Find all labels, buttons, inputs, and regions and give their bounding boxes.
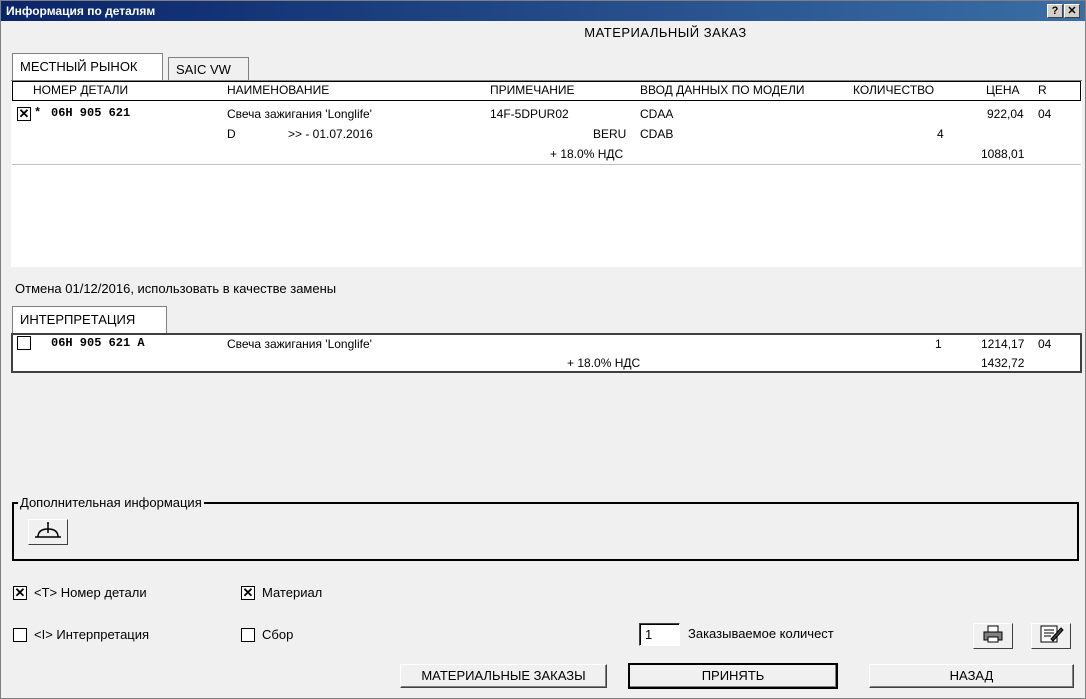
interpretation-option-label[interactable]: <I> Интерпретация <box>34 627 149 642</box>
part-model-2: CDAB <box>640 127 674 141</box>
part-price-with-vat: 1088,01 <box>981 147 1025 161</box>
additional-info-group <box>12 502 1079 561</box>
page-title: МАТЕРИАЛЬНЫЙ ЗАКАЗ <box>584 25 747 40</box>
edit-button[interactable] <box>1031 623 1071 649</box>
part-validity: >> - 01.07.2016 <box>288 127 373 141</box>
accept-button[interactable]: ПРИНЯТЬ <box>628 663 838 689</box>
col-part-number[interactable]: НОМЕР ДЕТАЛИ <box>33 83 128 97</box>
part-number-option-label[interactable]: <T> Номер детали <box>34 585 147 600</box>
notepad-pencil-icon <box>1040 625 1064 643</box>
material-orders-button[interactable]: МАТЕРИАЛЬНЫЕ ЗАКАЗЫ <box>400 664 607 688</box>
cancel-notice: Отмена 01/12/2016, использовать в качест… <box>15 281 337 296</box>
part-row-star: * <box>34 106 42 120</box>
interpretation-panel <box>11 333 1082 373</box>
interp-r: 04 <box>1038 337 1052 351</box>
part-number-option-checkbox[interactable]: ✕ <box>13 586 27 600</box>
back-button[interactable]: НАЗАД <box>869 664 1074 688</box>
interp-price-with-vat: 1432,72 <box>981 356 1025 370</box>
part-r: 04 <box>1038 107 1052 121</box>
info-signal-button[interactable] <box>28 519 68 545</box>
interp-price: 1214,17 <box>981 337 1025 351</box>
part-model-1: CDAA <box>640 107 674 121</box>
window-title: Информация по деталям <box>6 4 156 18</box>
order-quantity-label: Заказываемое количест <box>688 626 834 641</box>
help-button[interactable]: ? <box>1047 4 1063 18</box>
interp-part-number[interactable]: 06H 905 621 A <box>51 336 145 350</box>
printer-icon <box>983 625 1003 643</box>
interp-row-checkbox[interactable] <box>17 336 31 350</box>
assembly-option-label[interactable]: Сбор <box>262 627 293 642</box>
close-button[interactable]: ✕ <box>1064 4 1080 18</box>
info-signal-icon <box>35 522 61 538</box>
additional-info-label: Дополнительная информация <box>18 495 204 510</box>
part-name: Свеча зажигания 'Longlife' <box>227 107 372 121</box>
col-price[interactable]: ЦЕНА <box>986 83 1020 97</box>
part-info-window: Информация по деталям ? ✕ МАТЕРИАЛЬНЫЙ З… <box>0 0 1086 699</box>
title-bar: Информация по деталям ? ✕ <box>1 1 1085 21</box>
part-brand: BERU <box>593 127 627 141</box>
part-price: 922,04 <box>987 107 1024 121</box>
col-note[interactable]: ПРИМЕЧАНИЕ <box>490 83 575 97</box>
tab-saic-vw[interactable]: SAIC VW <box>168 57 249 81</box>
assembly-option-checkbox[interactable] <box>241 628 255 642</box>
part-note: 14F-5DPUR02 <box>490 107 569 121</box>
interp-quantity: 1 <box>935 337 942 351</box>
part-quantity: 4 <box>937 127 944 141</box>
col-r[interactable]: R <box>1038 83 1047 97</box>
print-button[interactable] <box>973 623 1013 649</box>
interp-name: Свеча зажигания 'Longlife' <box>227 337 372 351</box>
part-code: D <box>227 127 236 141</box>
col-model-input[interactable]: ВВОД ДАННЫХ ПО МОДЕЛИ <box>640 83 805 97</box>
col-quantity[interactable]: КОЛИЧЕСТВО <box>853 83 934 97</box>
tab-local-market[interactable]: МЕСТНЫЙ РЫНОК <box>12 53 163 81</box>
row-divider <box>12 164 1081 165</box>
tab-interpretation[interactable]: ИНТЕРПРЕТАЦИЯ <box>12 306 167 334</box>
interp-vat-label: + 18.0% НДС <box>567 356 641 370</box>
material-option-checkbox[interactable]: ✕ <box>241 586 255 600</box>
interpretation-option-checkbox[interactable] <box>13 628 27 642</box>
order-quantity-input[interactable]: 1 <box>639 623 680 646</box>
material-option-label[interactable]: Материал <box>262 585 322 600</box>
part-number[interactable]: 06H 905 621 <box>51 106 130 120</box>
part-vat-label: + 18.0% НДС <box>550 147 624 161</box>
col-name[interactable]: НАИМЕНОВАНИЕ <box>227 83 329 97</box>
part-row-checkbox[interactable]: ✕ <box>17 107 31 121</box>
